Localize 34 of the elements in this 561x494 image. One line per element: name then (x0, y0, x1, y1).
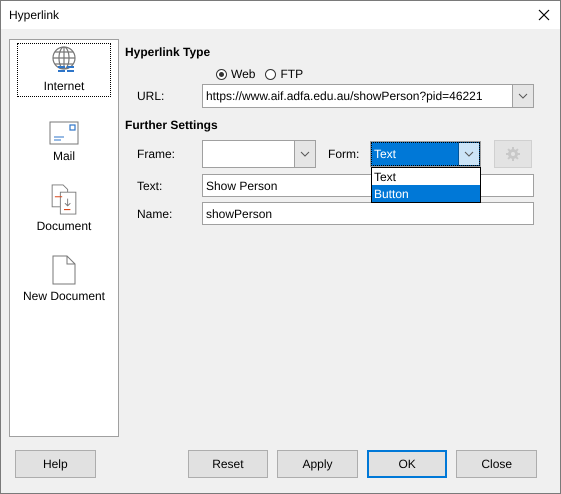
radio-button[interactable]: FTP (265, 66, 304, 82)
name-field[interactable]: showPerson (202, 202, 534, 225)
dialog-button[interactable]: Apply (277, 450, 358, 478)
field-label: Name: (136, 206, 174, 220)
category-item[interactable]: Document (17, 183, 111, 237)
blank-page-icon (52, 255, 76, 285)
category-item[interactable]: Mail (17, 113, 111, 167)
caret-icon (300, 151, 310, 157)
category-item[interactable]: New Document (17, 253, 111, 307)
caret-icon (518, 93, 528, 99)
caret-icon (464, 151, 474, 157)
section-heading: Hyperlink Type (125, 45, 212, 61)
documents-icon (50, 184, 78, 215)
close-icon[interactable] (538, 9, 550, 21)
dropdown-option[interactable]: Button (372, 185, 480, 202)
dialog-button[interactable]: OK (366, 450, 448, 478)
dialog-button[interactable]: Close (456, 450, 538, 478)
settings-icon (505, 146, 521, 162)
dialog-button[interactable]: Help (15, 450, 96, 478)
frame-combobox[interactable] (202, 140, 316, 168)
url-combobox[interactable]: https://www.aif.adfa.edu.au/showPerson?pid=46221 (202, 84, 534, 108)
radio-button[interactable]: Web (216, 66, 256, 82)
form-combobox[interactable]: Text (370, 141, 481, 167)
radio-icon[interactable] (216, 68, 227, 80)
field-label: Frame: (136, 147, 176, 161)
field-label: Text: (136, 178, 164, 192)
category-item[interactable]: Internet (17, 43, 111, 97)
field-label: URL: (136, 89, 166, 103)
section-heading: Further Settings (125, 118, 219, 134)
field-label: Form: (327, 147, 360, 161)
envelope-icon (49, 121, 79, 145)
radio-icon[interactable] (265, 68, 276, 80)
dialog-button[interactable]: Reset (188, 450, 268, 478)
window-title: Hyperlink (9, 8, 60, 22)
